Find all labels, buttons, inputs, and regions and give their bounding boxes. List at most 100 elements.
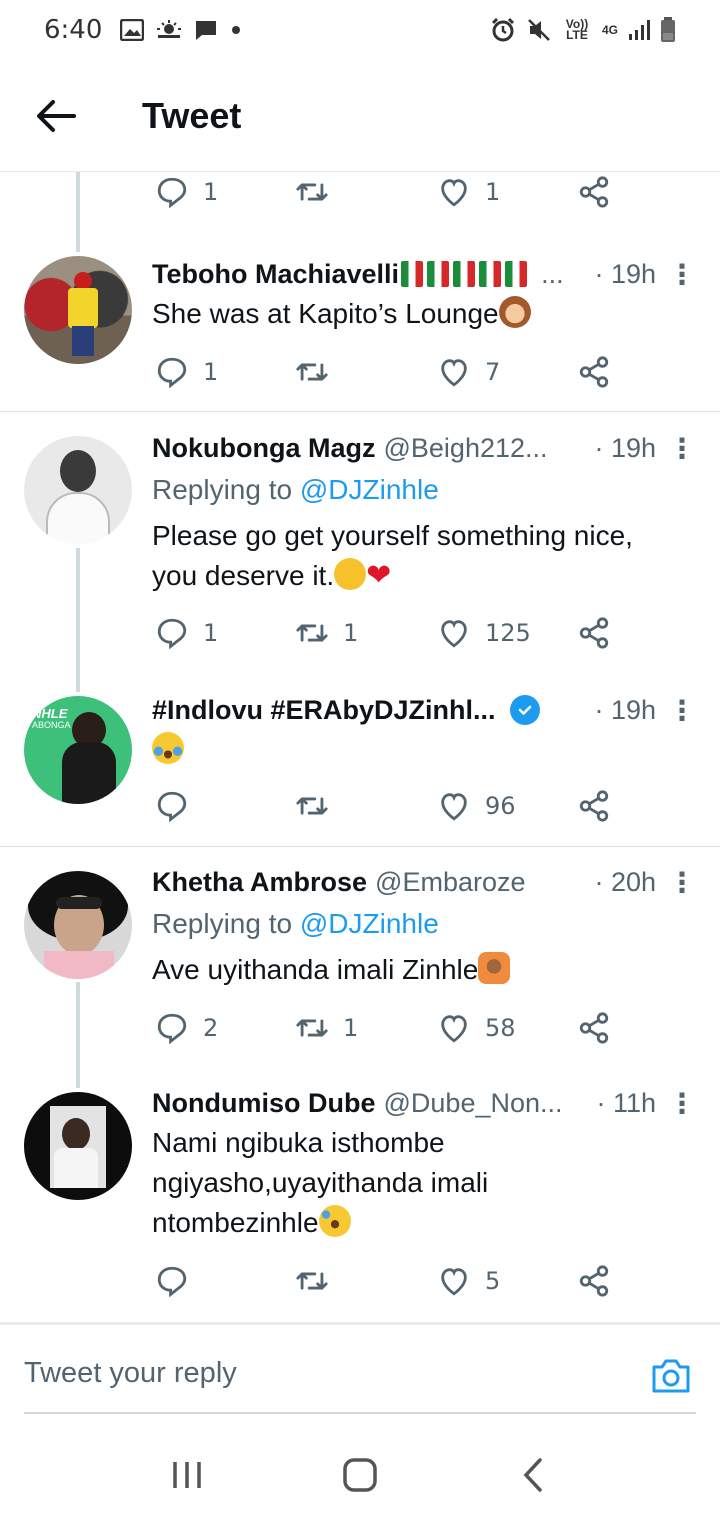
retweet-count: 1: [343, 619, 359, 647]
retweet-icon: [296, 363, 328, 381]
tweet-text: Please go get yourself something nice, y…: [152, 520, 633, 591]
network-4g-label: 4G: [601, 22, 618, 37]
reply-button[interactable]: [155, 784, 203, 828]
tweet-header: Nokubonga Magz @Beigh212... · 19h ⋮: [152, 428, 696, 468]
display-name[interactable]: Khetha Ambrose: [152, 867, 367, 898]
status-bar: 6:40 Vo)) LTE 4G: [0, 0, 720, 60]
reply-icon: [157, 791, 187, 823]
page-title: Tweet: [142, 94, 242, 136]
retweet-button[interactable]: [295, 170, 343, 214]
share-button[interactable]: [577, 170, 611, 214]
reply-count: 1: [203, 619, 219, 647]
avatar[interactable]: [24, 256, 132, 364]
more-options-icon[interactable]: ⋮: [656, 432, 696, 465]
mute-icon: [528, 19, 550, 41]
recent-apps-icon: [172, 1462, 201, 1488]
battery-icon: [661, 17, 675, 42]
message-icon: [196, 21, 217, 40]
display-name[interactable]: #Indlovu #ERAbyDJZinhl...: [152, 695, 496, 726]
red-heart-emoji: ❤: [366, 559, 392, 592]
retweet-button[interactable]: 1: [295, 611, 358, 655]
reply-button[interactable]: 1: [155, 350, 218, 394]
tweet-actions: 96: [155, 784, 625, 828]
share-button[interactable]: [577, 611, 611, 655]
avatar[interactable]: [24, 1092, 132, 1200]
like-button[interactable]: 96: [437, 784, 516, 828]
avatar[interactable]: [24, 871, 132, 979]
home-button[interactable]: [330, 1445, 390, 1505]
tweet-header: Teboho Machiavelli ... · 19h ⋮: [152, 254, 696, 294]
reply-icon: [157, 1266, 187, 1298]
retweet-icon: [296, 183, 328, 201]
heart-icon: [441, 793, 467, 821]
reply-count: 1: [203, 178, 219, 206]
reply-composer: Tweet your reply: [0, 1322, 720, 1414]
status-time: 6:40: [44, 15, 103, 45]
share-icon: [579, 1012, 609, 1044]
tweet-text: Ave uyithanda imali Zinhle: [152, 954, 479, 985]
tears-of-joy-emoji: [152, 732, 184, 764]
heart-icon: [441, 620, 467, 648]
reply-button[interactable]: 2: [155, 1006, 218, 1050]
tweet-text-block: Ave uyithanda imali Zinhle: [152, 950, 680, 990]
replying-to: Replying to @DJZinhle: [152, 474, 439, 506]
like-button[interactable]: 125: [437, 611, 531, 655]
display-name[interactable]: Nokubonga Magz: [152, 433, 376, 464]
avatar[interactable]: [24, 436, 132, 544]
handle: ...: [541, 258, 564, 289]
reply-icon: [157, 177, 187, 209]
tweet-text-block: She was at Kapito’s Lounge: [152, 294, 680, 334]
more-options-icon[interactable]: ⋮: [656, 866, 696, 899]
share-icon: [579, 356, 609, 388]
share-button[interactable]: [577, 1006, 611, 1050]
more-options-icon[interactable]: ⋮: [656, 258, 696, 291]
retweet-count: 1: [343, 1014, 359, 1042]
reply-input[interactable]: Tweet your reply: [24, 1357, 237, 1390]
thread-line: [76, 982, 80, 1088]
replying-to: Replying to @DJZinhle: [152, 908, 439, 940]
like-button[interactable]: 5: [437, 1259, 500, 1303]
display-name[interactable]: Teboho Machiavelli: [152, 259, 399, 290]
reply-button[interactable]: [155, 1259, 203, 1303]
share-button[interactable]: [577, 1259, 611, 1303]
retweet-button[interactable]: [295, 1259, 343, 1303]
heart-icon: [441, 1015, 467, 1043]
share-icon: [579, 1265, 609, 1297]
divider: [0, 846, 720, 847]
retweet-button[interactable]: 1: [295, 1006, 358, 1050]
back-button[interactable]: [26, 86, 86, 146]
reply-button[interactable]: 1: [155, 170, 218, 214]
tweet-actions: 5: [155, 1259, 625, 1303]
mention-link[interactable]: @DJZinhle: [300, 908, 439, 939]
display-name[interactable]: Nondumiso Dube: [152, 1088, 376, 1119]
avatar[interactable]: NHLE ABONGA: [24, 696, 132, 804]
flag-icon: [453, 261, 476, 287]
recent-apps-button[interactable]: [157, 1445, 217, 1505]
tweet-actions: 2 1 58: [155, 1006, 625, 1050]
heart-icon: [441, 179, 467, 207]
like-count: 1: [485, 178, 501, 206]
reply-icon: [157, 1013, 187, 1045]
like-button[interactable]: 1: [437, 170, 500, 214]
mention-link[interactable]: @DJZinhle: [300, 474, 439, 505]
share-button[interactable]: [577, 350, 611, 394]
tweet-actions: 1 7: [155, 350, 625, 394]
tweet-actions: 1 1 125: [155, 611, 625, 655]
more-options-icon[interactable]: ⋮: [656, 694, 696, 727]
reply-button[interactable]: 1: [155, 611, 218, 655]
camera-button[interactable]: [650, 1355, 692, 1397]
weather-icon: [157, 20, 182, 38]
share-button[interactable]: [577, 784, 611, 828]
like-button[interactable]: 7: [437, 350, 500, 394]
reply-icon: [157, 357, 187, 389]
like-button[interactable]: 58: [437, 1006, 516, 1050]
system-nav-bar: [0, 1430, 720, 1520]
retweet-button[interactable]: [295, 350, 343, 394]
tweet-text-block: Please go get yourself something nice, y…: [152, 516, 680, 596]
retweet-button[interactable]: [295, 784, 343, 828]
like-count: 58: [485, 1014, 516, 1042]
person-gesturing-no-emoji: [478, 952, 511, 984]
flag-icon: [427, 261, 450, 287]
system-back-button[interactable]: [503, 1445, 563, 1505]
more-options-icon[interactable]: ⋮: [656, 1087, 696, 1120]
